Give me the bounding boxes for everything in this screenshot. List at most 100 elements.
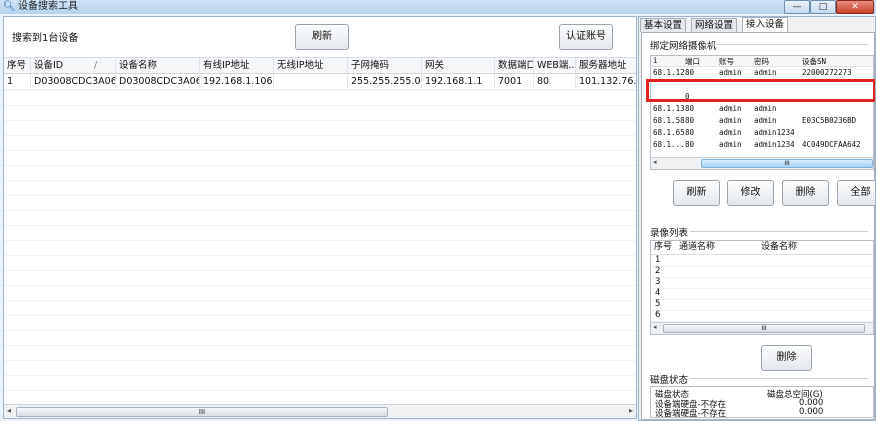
device-count-text: 搜索到1台设备 — [12, 33, 79, 44]
rec-delete-button[interactable]: 删除 — [761, 345, 812, 371]
recording-index: 5 — [655, 299, 661, 309]
bound-camera-row[interactable]: 68.1.12 80 admin admin 2200027227З — [651, 68, 873, 79]
bound-camera-row[interactable]: 68.1... 80 admin admin1234 4C049DCFAA642 — [651, 140, 873, 151]
row-subnet-mask: 255.255.255.0 — [348, 74, 422, 89]
bound-camera-row[interactable]: 68.1.13 80 admin admin — [651, 104, 873, 115]
bound-camera-list[interactable]: i 端口 账号 密码 设备SN 68.1.12 80 admin admin 22000… — [650, 55, 874, 170]
col-port[interactable]: 端口 — [685, 56, 700, 67]
empty-row-line — [4, 360, 636, 361]
minimize-button[interactable]: — — [784, 0, 810, 14]
bound-camera-row[interactable]: 68.1.58 80 admin admin E03C5B0236BD — [651, 116, 873, 127]
scroll-grip: III — [198, 408, 206, 416]
empty-row-line — [4, 135, 636, 136]
bound-camera-cell: 68.1... — [653, 140, 685, 149]
disk-status-title: 磁盘状态 — [650, 375, 689, 386]
scroll-thumb[interactable]: III — [663, 324, 865, 333]
bound-camera-cell: 80 — [685, 68, 695, 77]
row-device-name: D03008CDC3A06E8 — [116, 74, 200, 89]
empty-row-line — [4, 150, 636, 151]
bound-camera-cell: admin1234 — [754, 128, 795, 137]
empty-row-line — [4, 300, 636, 301]
bound-camera-cell: admin — [719, 128, 742, 137]
empty-row-line — [4, 315, 636, 316]
row-server-address: 101.132.76.44 — [579, 76, 636, 87]
scroll-left-icon[interactable]: ◂ — [653, 158, 657, 166]
empty-row-line — [4, 120, 636, 121]
col-subnet-mask[interactable]: 子网掩码 — [348, 58, 422, 73]
table-row[interactable]: 1 D03008CDC3A06E8 D03008CDC3A06E8 192.16… — [4, 74, 636, 90]
col-rec-device-name[interactable]: 设备名称 — [761, 241, 797, 254]
row-wired-ip: 192.168.1.106 — [200, 74, 274, 89]
tab-network-settings[interactable]: 网络设置 — [691, 18, 738, 32]
empty-row-line — [4, 330, 636, 331]
bound-camera-cell: 80 — [685, 128, 695, 137]
bound-camera-cell: admin — [719, 68, 742, 77]
col-sort-indicator: / — [91, 58, 116, 73]
empty-row-line — [4, 285, 636, 286]
highlight-selected-row — [646, 79, 875, 102]
col-index[interactable]: 序号 — [4, 58, 31, 73]
col-password[interactable]: 密码 — [754, 56, 769, 67]
bound-camera-row[interactable]: 68.1.65 80 admin admin1234 — [651, 128, 873, 139]
search-toolbar: 搜索到1台设备 刷新 认证账号 — [4, 17, 636, 58]
refresh-button[interactable]: 刷新 — [295, 24, 349, 50]
bind-refresh-button[interactable]: 刷新 — [673, 180, 720, 206]
col-ip[interactable]: i — [653, 56, 658, 65]
bound-camera-cell: E03C5B0236BD — [802, 116, 857, 125]
recording-row[interactable]: 6 — [651, 310, 873, 322]
bind-delete-button[interactable]: 删除 — [782, 180, 829, 206]
col-web-port[interactable]: WEB端... — [534, 58, 576, 73]
disk-status-value: 设备端硬盘-不存在 — [655, 409, 727, 418]
col-device-name[interactable]: 设备名称 — [116, 58, 200, 73]
bound-camera-cell: 4C049DCFAA642 — [802, 140, 861, 149]
scroll-grip: III — [761, 325, 767, 332]
group-divider — [702, 44, 868, 45]
horizontal-scrollbar[interactable]: ◂ III ▸ — [4, 404, 636, 418]
col-wired-ip[interactable]: 有线IP地址 — [200, 58, 274, 73]
window-titlebar: 🔍︎ 设备搜索工具 — □ ✕ — [0, 0, 876, 14]
bound-camera-cell: 68.1.65 — [653, 128, 685, 137]
recording-list[interactable]: 序号 通道名称 设备名称 123456 ◂ III — [650, 240, 874, 335]
col-server-address[interactable]: 服务器地址 — [576, 58, 636, 73]
scroll-thumb[interactable]: III — [701, 159, 873, 168]
bound-camera-cell: admin — [754, 104, 777, 113]
bind-camera-title: 绑定网络摄像机 — [650, 41, 717, 52]
col-device-sn[interactable]: 设备SN — [802, 56, 826, 67]
bind-all-button[interactable]: 全部 — [837, 180, 875, 206]
bound-camera-header: i 端口 账号 密码 设备SN — [651, 56, 873, 67]
bound-camera-cell: admin — [719, 116, 742, 125]
row-wireless-ip — [274, 74, 348, 89]
tab-basic-settings[interactable]: 基本设置 — [640, 18, 687, 32]
bind-horizontal-scrollbar[interactable]: ◂ III — [651, 157, 873, 169]
bound-camera-cell: 80 — [685, 140, 695, 149]
col-rec-index[interactable]: 序号 — [654, 241, 672, 254]
col-wireless-ip[interactable]: 无线IP地址 — [274, 58, 348, 73]
scroll-left-icon[interactable]: ◂ — [7, 406, 11, 415]
scroll-left-icon[interactable]: ◂ — [653, 323, 657, 331]
row-data-port: 7001 — [495, 74, 534, 89]
scroll-right-icon[interactable]: ▸ — [629, 406, 633, 415]
col-data-port[interactable]: 数据端口 — [495, 58, 534, 73]
col-device-id[interactable]: 设备ID — [31, 58, 91, 73]
empty-row-line — [4, 225, 636, 226]
empty-row-line — [4, 105, 636, 106]
bound-camera-cell: admin — [719, 140, 742, 149]
empty-row-line — [4, 390, 636, 391]
col-gateway[interactable]: 网关 — [422, 58, 495, 73]
empty-row-line — [4, 195, 636, 196]
auth-account-button[interactable]: 认证账号 — [559, 24, 613, 50]
rec-horizontal-scrollbar[interactable]: ◂ III — [651, 322, 873, 334]
close-button[interactable]: ✕ — [836, 0, 874, 14]
col-channel-name[interactable]: 通道名称 — [679, 241, 715, 254]
search-app-icon: 🔍︎ — [3, 1, 16, 12]
maximize-button[interactable]: □ — [810, 0, 836, 14]
bound-camera-cell: 68.1.58 — [653, 116, 685, 125]
empty-row-line — [4, 375, 636, 376]
bound-camera-cell: admin — [719, 104, 742, 113]
bind-modify-button[interactable]: 修改 — [727, 180, 774, 206]
device-search-pane: 搜索到1台设备 刷新 认证账号 序号 设备ID / 设备名称 有线IP地址 无线… — [3, 16, 637, 419]
col-account[interactable]: 账号 — [719, 56, 734, 67]
scroll-thumb[interactable]: III — [16, 407, 388, 417]
recording-index: 4 — [655, 288, 661, 298]
tab-access-devices[interactable]: 接入设备 — [742, 17, 789, 32]
